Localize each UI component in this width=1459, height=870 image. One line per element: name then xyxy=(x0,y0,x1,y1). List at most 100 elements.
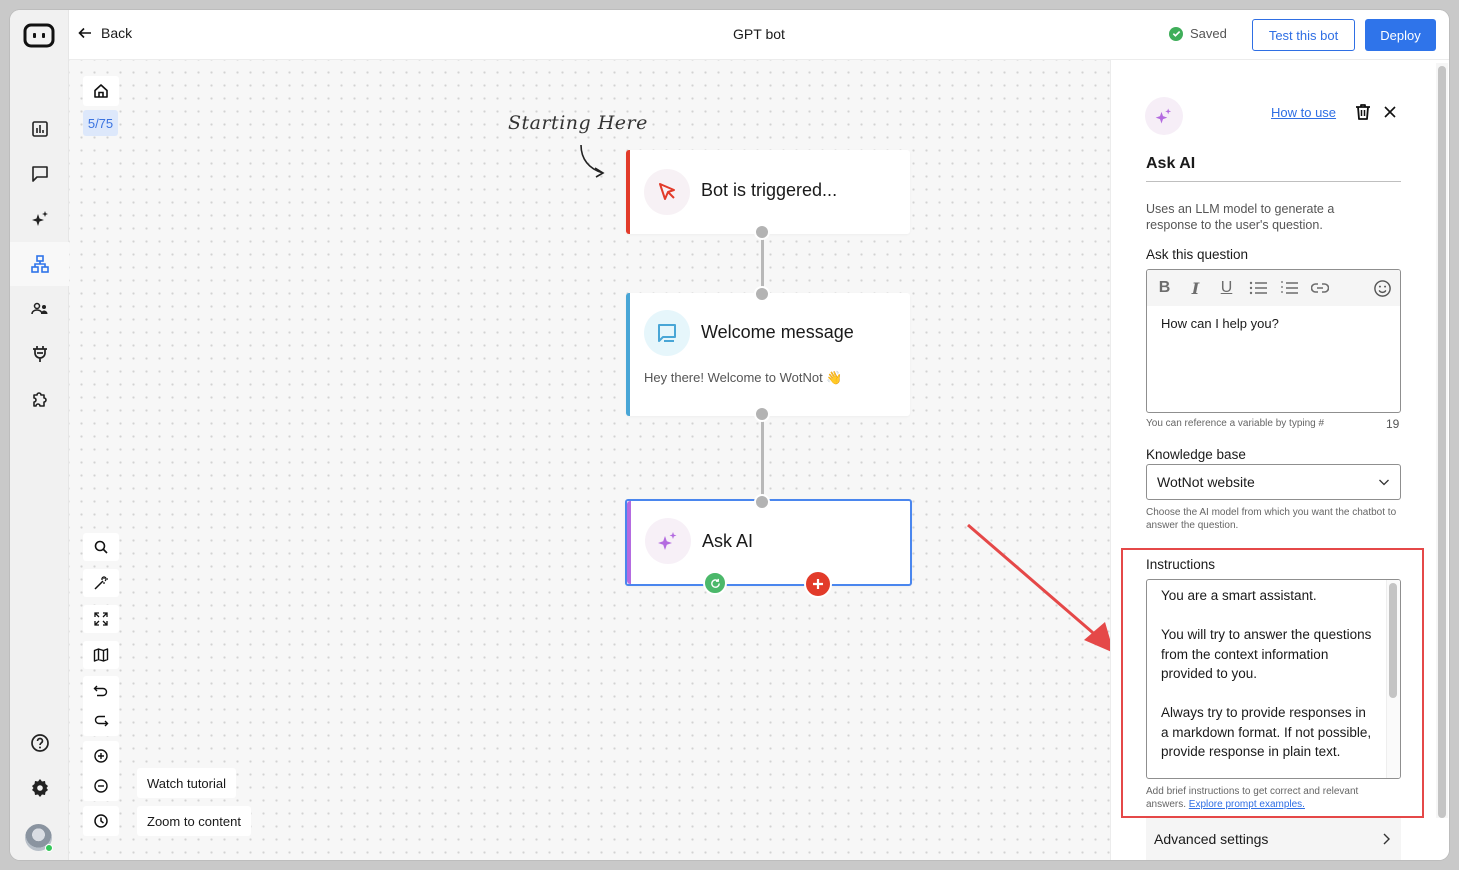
sparkles-icon xyxy=(1145,97,1183,135)
editor-toolbar: B I U xyxy=(1147,270,1400,306)
advanced-settings-button[interactable]: Advanced settings xyxy=(1146,818,1401,860)
zoom-out-icon xyxy=(94,779,108,793)
logo-icon[interactable] xyxy=(23,23,55,49)
panel-description: Uses an LLM model to generate a response… xyxy=(1146,202,1335,232)
retry-port[interactable] xyxy=(703,571,727,595)
flow-icon xyxy=(30,255,49,273)
node-output-port[interactable] xyxy=(754,224,770,240)
emoji-icon[interactable] xyxy=(1373,279,1392,298)
panel-scrollbar[interactable] xyxy=(1436,63,1448,818)
question-label: Ask this question xyxy=(1146,247,1249,262)
arrow-left-icon xyxy=(78,27,91,39)
close-icon[interactable] xyxy=(1381,103,1399,121)
sidebar-item-team[interactable] xyxy=(10,287,69,331)
back-button[interactable]: Back xyxy=(77,25,132,41)
map-icon xyxy=(93,648,109,662)
red-arrow-annotation xyxy=(967,523,1110,652)
instructions-textarea[interactable]: You are a smart assistant. You will try … xyxy=(1146,579,1401,779)
users-icon xyxy=(30,302,47,315)
node-accent-bar xyxy=(626,293,630,416)
search-button[interactable] xyxy=(83,533,119,561)
underline-icon[interactable]: U xyxy=(1217,279,1236,298)
clock-icon xyxy=(94,814,108,828)
flow-node-welcome-message[interactable]: Welcome message Hey there! Welcome to Wo… xyxy=(626,293,910,416)
topbar: Back GPT bot Saved Test this bot Deploy xyxy=(69,10,1449,60)
sidebar-item-settings[interactable] xyxy=(10,766,69,810)
curved-arrow-icon xyxy=(580,144,605,178)
history-button[interactable] xyxy=(83,806,119,836)
connector-line xyxy=(761,416,764,502)
node-input-port[interactable] xyxy=(754,494,770,510)
undo-redo-group xyxy=(83,676,119,736)
check-circle-icon xyxy=(1169,26,1183,41)
back-label: Back xyxy=(101,25,133,41)
sidebar xyxy=(10,10,69,860)
sidebar-item-conversations[interactable] xyxy=(10,152,69,196)
fit-view-button[interactable] xyxy=(83,605,119,633)
zoom-in-icon xyxy=(94,749,108,763)
save-status-label: Saved xyxy=(1190,26,1227,41)
online-status-dot xyxy=(45,844,53,852)
instructions-text: You are a smart assistant. You will try … xyxy=(1161,588,1372,759)
flow-node-trigger[interactable]: Bot is triggered... xyxy=(626,150,910,234)
redo-button[interactable] xyxy=(83,706,119,736)
avatar[interactable] xyxy=(25,824,53,852)
trash-icon[interactable] xyxy=(1354,103,1372,121)
scrollbar-thumb[interactable] xyxy=(1389,583,1397,698)
sidebar-item-bot-builder[interactable] xyxy=(10,242,69,286)
knowledge-base-select[interactable]: WotNot website xyxy=(1146,464,1401,500)
deploy-button[interactable]: Deploy xyxy=(1365,19,1436,51)
question-hint: You can reference a variable by typing # xyxy=(1146,418,1325,429)
chevron-right-icon xyxy=(1383,833,1390,845)
node-message-preview: Hey there! Welcome to WotNot 👋 xyxy=(644,370,843,385)
magic-wand-icon xyxy=(94,576,108,590)
instructions-scrollbar[interactable] xyxy=(1386,580,1400,778)
node-input-port[interactable] xyxy=(754,286,770,302)
bullet-list-icon[interactable] xyxy=(1248,279,1267,298)
plug-icon xyxy=(32,346,47,362)
chat-icon xyxy=(31,166,48,182)
link-icon[interactable] xyxy=(1310,279,1329,298)
question-editor[interactable]: B I U How can I help you? xyxy=(1146,269,1401,413)
home-button[interactable] xyxy=(83,76,119,106)
panel-scrollbar-thumb[interactable] xyxy=(1438,66,1446,818)
home-icon xyxy=(94,84,108,98)
how-to-use-link[interactable]: How to use xyxy=(1271,105,1336,120)
zoom-to-content-button[interactable]: Zoom to content xyxy=(137,806,251,836)
test-bot-button[interactable]: Test this bot xyxy=(1252,19,1355,51)
node-accent-bar xyxy=(627,501,631,584)
sidebar-item-ai[interactable] xyxy=(10,197,69,241)
watch-tutorial-button[interactable]: Watch tutorial xyxy=(137,768,236,798)
numbered-list-icon[interactable] xyxy=(1279,279,1298,298)
starting-here-annotation: Starting Here xyxy=(508,112,648,134)
instructions-hint: Add brief instructions to get correct an… xyxy=(1146,785,1396,811)
knowledge-base-label: Knowledge base xyxy=(1146,447,1246,462)
auto-arrange-button[interactable] xyxy=(83,569,119,597)
sidebar-item-help[interactable] xyxy=(10,721,69,765)
panel-title: Ask AI xyxy=(1146,155,1401,182)
undo-icon xyxy=(93,685,108,697)
sidebar-item-analytics[interactable] xyxy=(10,107,69,151)
explore-prompt-examples-link[interactable]: Explore prompt examples. xyxy=(1189,799,1305,810)
instructions-label: Instructions xyxy=(1146,557,1216,572)
sidebar-item-plugins[interactable] xyxy=(10,377,69,421)
node-counter: 5/75 xyxy=(83,110,118,136)
flow-canvas[interactable]: 5/75 Starting Here Bot is triggered... W… xyxy=(69,60,1110,860)
plus-icon xyxy=(813,579,823,589)
node-output-port[interactable] xyxy=(754,406,770,422)
minimap-button[interactable] xyxy=(83,641,119,669)
sparkles-icon xyxy=(645,518,691,564)
redo-icon xyxy=(94,715,109,727)
sidebar-item-integrations[interactable] xyxy=(10,332,69,376)
bar-chart-icon xyxy=(31,121,48,137)
bold-icon[interactable]: B xyxy=(1155,279,1174,298)
add-node-button[interactable] xyxy=(804,570,832,598)
zoom-out-button[interactable] xyxy=(83,771,119,801)
search-icon xyxy=(94,540,108,554)
flow-node-ask-ai[interactable]: Ask AI xyxy=(625,499,912,586)
refresh-icon xyxy=(710,578,720,588)
undo-button[interactable] xyxy=(83,676,119,706)
italic-icon[interactable]: I xyxy=(1186,279,1205,298)
zoom-in-button[interactable] xyxy=(83,741,119,771)
chevron-down-icon xyxy=(1379,479,1389,486)
